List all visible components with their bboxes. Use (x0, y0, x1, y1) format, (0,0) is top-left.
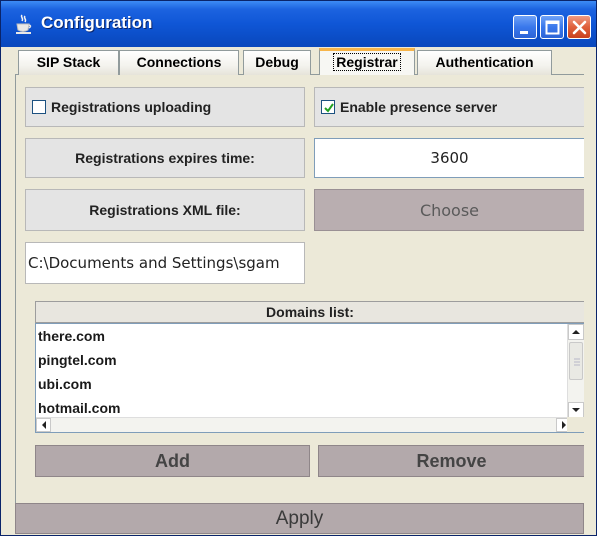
tab-label: Registrar (333, 53, 401, 71)
tab-debug[interactable]: Debug (243, 50, 311, 75)
tab-sip-stack[interactable]: SIP Stack (18, 50, 119, 75)
close-icon (572, 20, 587, 35)
xml-path-field[interactable]: C:\Documents and Settings\sgam (25, 242, 305, 284)
choose-button[interactable]: Choose (314, 189, 584, 231)
close-button[interactable] (567, 15, 591, 39)
expires-time-input[interactable]: 3600 (314, 138, 584, 178)
registrations-uploading-checkbox[interactable]: Registrations uploading (25, 87, 305, 127)
arrow-up-icon (572, 330, 580, 334)
list-item[interactable]: pingtel.com (36, 348, 572, 372)
minimize-button[interactable] (513, 15, 537, 39)
domains-list[interactable]: there.com pingtel.com ubi.com hotmail.co… (35, 323, 584, 433)
remove-button[interactable]: Remove (318, 445, 584, 477)
expires-time-label: Registrations expires time: (25, 138, 305, 178)
list-item[interactable]: there.com (36, 324, 572, 348)
scroll-up-button[interactable] (568, 324, 584, 340)
add-button[interactable]: Add (35, 445, 310, 477)
apply-button[interactable]: Apply (15, 503, 584, 534)
scroll-left-button[interactable] (36, 418, 51, 432)
configuration-window: Configuration SIP Stack Connections Debu… (0, 0, 597, 536)
tab-label: Debug (255, 54, 299, 70)
tab-label: Authentication (435, 54, 534, 70)
tab-label: Connections (136, 54, 222, 70)
tab-authentication[interactable]: Authentication (417, 50, 552, 75)
domains-list-items: there.com pingtel.com ubi.com hotmail.co… (36, 324, 572, 419)
tab-label: SIP Stack (36, 54, 101, 70)
registrations-uploading-label: Registrations uploading (51, 99, 212, 115)
maximize-button[interactable] (540, 15, 564, 39)
scroll-corner (567, 417, 584, 432)
domains-list-header: Domains list: (35, 301, 584, 323)
window-title: Configuration (41, 13, 153, 32)
xml-file-label: Registrations XML file: (25, 189, 305, 231)
list-item[interactable]: ubi.com (36, 372, 572, 396)
grip-icon (574, 358, 580, 366)
tab-connections[interactable]: Connections (119, 50, 239, 75)
enable-presence-label: Enable presence server (340, 99, 498, 115)
minimize-icon (520, 31, 528, 34)
tab-registrar[interactable]: Registrar (319, 48, 415, 76)
enable-presence-checkbox[interactable]: Enable presence server (314, 87, 584, 127)
arrow-left-icon (41, 421, 46, 429)
registrar-panel: Registrations uploading Enable presence … (15, 75, 584, 503)
vertical-scroll-thumb[interactable] (569, 342, 583, 380)
vertical-scrollbar[interactable] (567, 324, 584, 419)
maximize-icon (545, 20, 560, 35)
tab-strip: SIP Stack Connections Debug Registrar Au… (15, 47, 584, 76)
arrow-down-icon (572, 408, 580, 412)
title-bar[interactable]: Configuration (1, 1, 596, 47)
scroll-down-button[interactable] (568, 402, 584, 418)
checkbox-box[interactable] (32, 100, 46, 114)
check-icon (324, 103, 334, 113)
java-cup-icon (15, 13, 33, 35)
horizontal-scrollbar[interactable] (36, 417, 572, 432)
checkbox-box[interactable] (321, 100, 335, 114)
